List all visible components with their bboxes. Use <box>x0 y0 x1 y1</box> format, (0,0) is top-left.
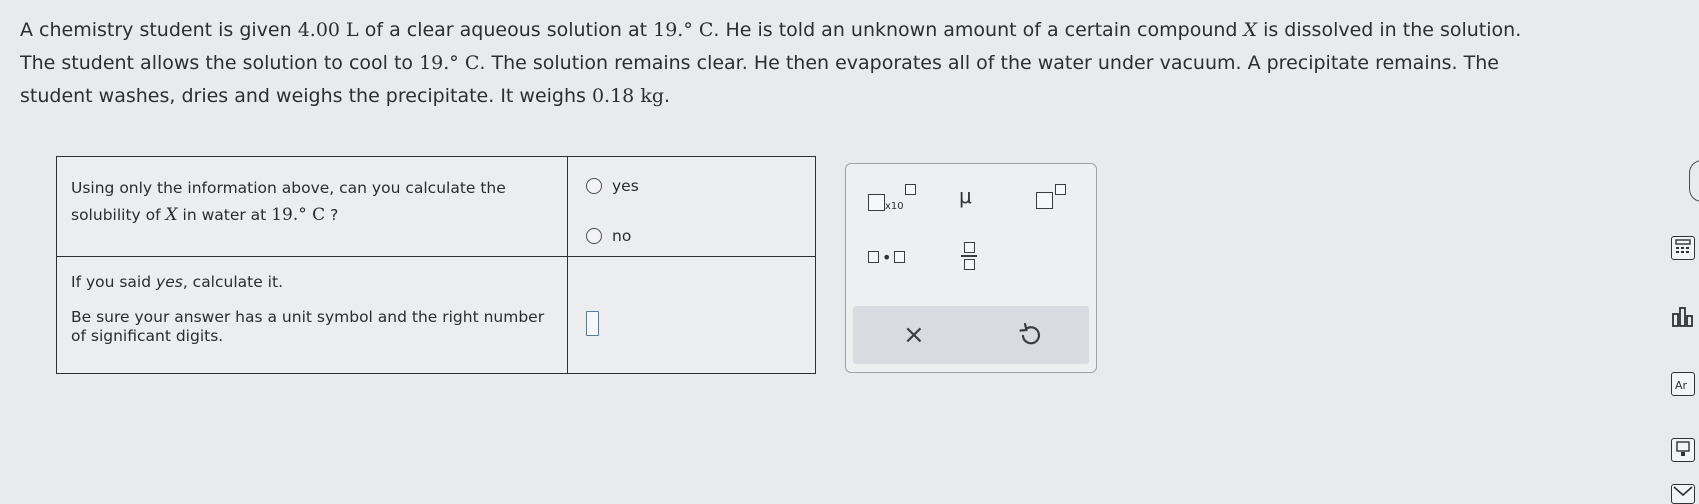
problem-text: student washes, dries and weighs the pre… <box>20 85 592 107</box>
question-2-line1: If you said yes, calculate it. <box>71 269 555 296</box>
fraction-button[interactable] <box>960 242 978 270</box>
question-text: , calculate it. <box>182 273 283 291</box>
question-1-prompt: Using only the information above, can yo… <box>56 156 568 257</box>
fraction-bar <box>961 255 977 257</box>
calculator-icon[interactable] <box>1671 236 1695 260</box>
volume-value: 4.00 L <box>297 19 359 41</box>
question-2-answer <box>567 256 816 374</box>
temperature-value: 19.° C <box>271 205 326 225</box>
periodic-table-icon[interactable]: Ar <box>1671 372 1695 396</box>
placeholder-square <box>894 251 906 263</box>
question-text: If you said <box>71 273 157 291</box>
palette-action-bar: × <box>853 306 1089 364</box>
question-1-answer: yes no <box>567 156 816 257</box>
option-no[interactable]: no <box>586 225 815 247</box>
problem-text: The student allows the solution to cool … <box>20 52 420 74</box>
problem-text: of a clear aqueous solution at <box>358 19 654 41</box>
option-no-label: no <box>612 227 632 245</box>
question-text: in water at <box>177 206 272 224</box>
question-2-prompt: If you said yes, calculate it. Be sure y… <box>56 256 568 374</box>
problem-text: . <box>664 85 671 107</box>
question-text-emphasis: yes <box>156 273 183 291</box>
svg-text:Ar: Ar <box>1675 379 1688 392</box>
mail-icon[interactable] <box>1671 484 1695 504</box>
chart-icon[interactable] <box>1671 304 1695 328</box>
problem-text: . He is told an unknown amount of a cert… <box>713 19 1244 41</box>
compound-symbol: X <box>165 205 178 225</box>
mu-button[interactable]: μ <box>959 184 972 208</box>
dot-glyph: • <box>882 248 892 267</box>
answer-input[interactable] <box>586 311 599 336</box>
problem-statement: A chemistry student is given 4.00 L of a… <box>20 14 1620 113</box>
multiply-dot-button[interactable]: • <box>868 248 906 267</box>
placeholder-square <box>868 193 885 211</box>
temperature-value: 19.° C <box>419 52 480 74</box>
problem-text: . The solution remains clear. He then ev… <box>479 52 1499 74</box>
placeholder-square <box>1055 184 1066 195</box>
fraction-glyph <box>960 242 978 270</box>
question-2-instructions: Be sure your answer has a unit symbol an… <box>71 308 545 345</box>
compound-symbol: X <box>1243 19 1258 41</box>
radio-yes[interactable] <box>586 178 602 194</box>
placeholder-square <box>868 251 879 263</box>
question-table: Using only the information above, can yo… <box>56 156 816 374</box>
temperature-value: 19.° C <box>653 19 714 41</box>
tools-sidebar: Ar <box>1659 0 1699 504</box>
placeholder-square <box>963 242 975 253</box>
option-yes-label: yes <box>612 177 639 195</box>
problem-text: A chemistry student is given <box>20 19 298 41</box>
clear-button[interactable]: × <box>903 320 925 350</box>
placeholder-square <box>963 259 975 270</box>
scientific-notation-button[interactable]: x10 <box>868 184 916 212</box>
problem-text: is dissolved in the solution. <box>1257 19 1522 41</box>
help-icon[interactable] <box>1689 160 1699 202</box>
mass-value: 0.18 kg <box>591 85 664 107</box>
superscript-button[interactable] <box>1036 184 1066 209</box>
placeholder-square <box>904 184 916 195</box>
x10-label: x10 <box>885 201 904 212</box>
radio-no[interactable] <box>586 228 602 244</box>
undo-icon[interactable] <box>1019 322 1041 350</box>
math-palette: x10 μ • × <box>845 163 1097 373</box>
question-text: ? <box>325 206 339 224</box>
reference-icon[interactable] <box>1671 438 1695 462</box>
option-yes[interactable]: yes <box>586 175 815 197</box>
placeholder-square <box>1036 192 1053 209</box>
